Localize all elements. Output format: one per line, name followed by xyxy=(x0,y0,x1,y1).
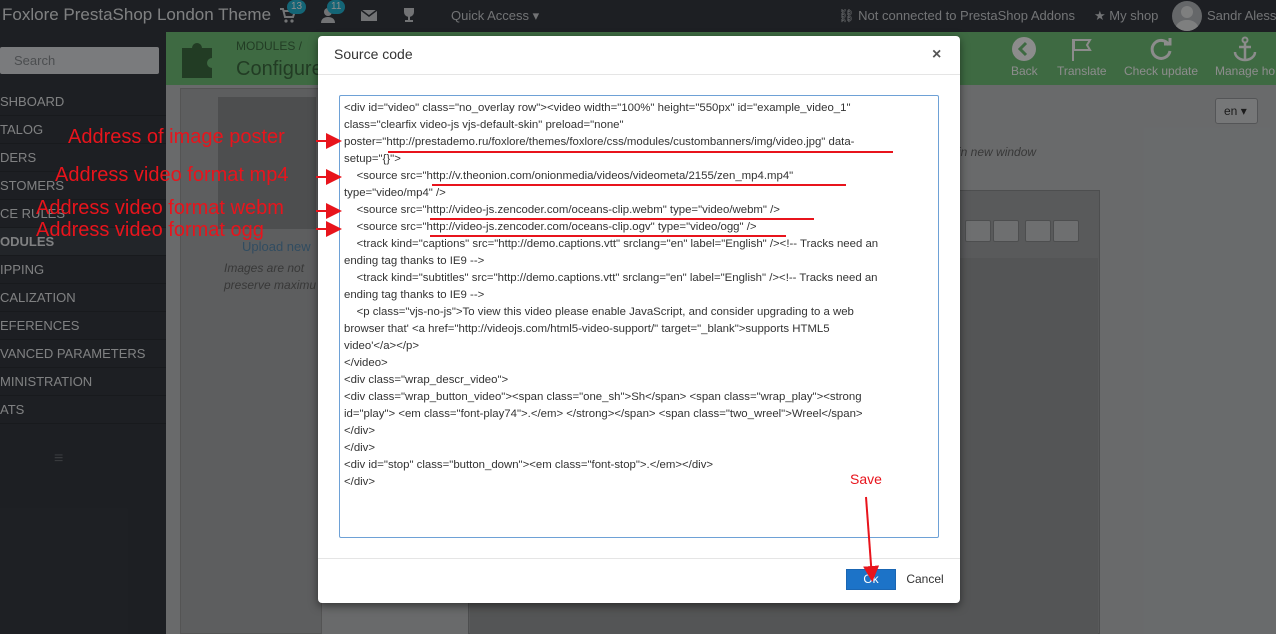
arrow-save xyxy=(863,496,880,582)
annotation-overlay xyxy=(316,133,893,582)
